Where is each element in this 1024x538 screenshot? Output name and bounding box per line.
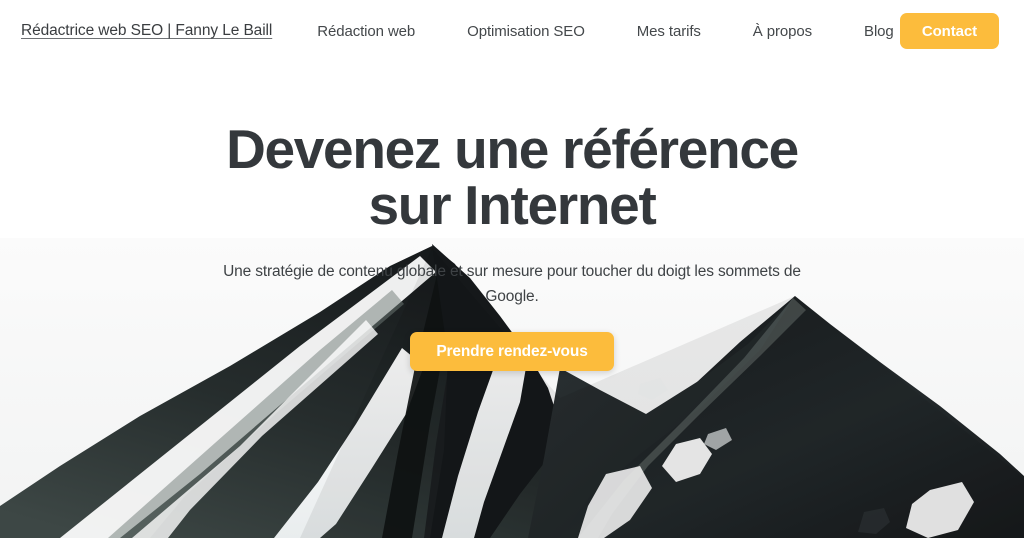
nav-item-optimisation-seo[interactable]: Optimisation SEO — [467, 19, 585, 44]
hero-content: Devenez une référence sur Internet Une s… — [0, 62, 1024, 371]
landing-page: Rédactrice web SEO | Fanny Le Baill Réda… — [0, 0, 1024, 538]
nav-item-a-propos[interactable]: À propos — [753, 19, 812, 44]
main-navigation: Rédactrice web SEO | Fanny Le Baill Réda… — [0, 0, 1024, 62]
hero-section: Devenez une référence sur Internet Une s… — [0, 62, 1024, 538]
nav-item-redaction-web[interactable]: Rédaction web — [317, 19, 415, 44]
nav-link-list: Rédaction web Optimisation SEO Mes tarif… — [317, 19, 894, 44]
hero-subtitle: Une stratégie de contenu globale et sur … — [223, 263, 801, 305]
nav-item-blog[interactable]: Blog — [864, 19, 894, 44]
nav-item-mes-tarifs[interactable]: Mes tarifs — [637, 19, 701, 44]
prendre-rendez-vous-button[interactable]: Prendre rendez-vous — [410, 332, 614, 371]
brand-logo-link[interactable]: Rédactrice web SEO | Fanny Le Baill — [21, 22, 272, 40]
hero-title: Devenez une référence sur Internet — [226, 118, 799, 236]
contact-button[interactable]: Contact — [899, 13, 999, 49]
